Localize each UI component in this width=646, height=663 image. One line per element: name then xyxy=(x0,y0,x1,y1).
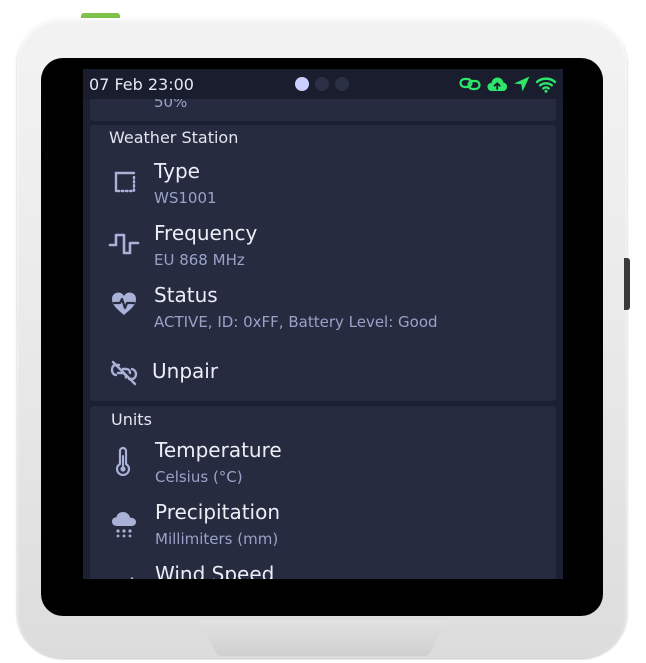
status-bar: 07 Feb 23:00 xyxy=(83,69,563,99)
status-row[interactable]: Status ACTIVE, ID: 0xFF, Battery Level: … xyxy=(90,279,556,339)
temperature-title: Temperature xyxy=(155,438,282,462)
location-arrow-icon xyxy=(511,74,533,94)
weather-station-card: Weather Station Type WS1001 Frequency EU… xyxy=(90,125,556,401)
side-button[interactable] xyxy=(624,258,630,310)
page-dot[interactable] xyxy=(295,77,309,91)
frequency-title: Frequency xyxy=(154,221,258,245)
wind-speed-row[interactable]: Wind Speed xyxy=(90,558,556,579)
page-dot[interactable] xyxy=(315,77,329,91)
section-title-units: Units xyxy=(111,410,152,429)
status-value: ACTIVE, ID: 0xFF, Battery Level: Good xyxy=(154,313,438,331)
unlink-icon xyxy=(109,357,139,387)
precipitation-title: Precipitation xyxy=(155,500,281,524)
units-card: Units Temperature Celsius (°C) Precipita… xyxy=(90,406,556,579)
cloud-upload-icon xyxy=(486,74,508,94)
square-dotted-icon xyxy=(110,167,140,197)
section-title-weather-station: Weather Station xyxy=(109,128,239,147)
screen: 50% Weather Station Type WS1001 Frequenc… xyxy=(83,69,563,579)
clock: 07 Feb 23:00 xyxy=(89,75,194,94)
type-row[interactable]: Type WS1001 xyxy=(90,155,556,215)
wifi-icon xyxy=(535,74,557,94)
page-dot[interactable] xyxy=(335,77,349,91)
frequency-row[interactable]: Frequency EU 868 MHz xyxy=(90,217,556,277)
wind-icon xyxy=(110,570,140,579)
thermometer-icon xyxy=(108,446,138,476)
device-stand xyxy=(198,620,448,656)
wind-speed-title: Wind Speed xyxy=(155,562,275,579)
frequency-value: EU 868 MHz xyxy=(154,251,245,269)
settings-list[interactable]: 50% Weather Station Type WS1001 Frequenc… xyxy=(83,69,563,579)
rain-cloud-icon xyxy=(109,508,139,538)
unpair-button[interactable]: Unpair xyxy=(90,351,556,395)
type-title: Type xyxy=(154,159,200,183)
precipitation-value: Millimiters (mm) xyxy=(155,530,279,548)
type-value: WS1001 xyxy=(154,189,217,207)
temperature-value: Celsius (°C) xyxy=(155,468,243,486)
link-icon xyxy=(459,74,481,94)
square-wave-icon xyxy=(108,229,140,259)
unpair-label: Unpair xyxy=(152,359,219,383)
temperature-row[interactable]: Temperature Celsius (°C) xyxy=(90,434,556,494)
status-title: Status xyxy=(154,283,218,307)
precipitation-row[interactable]: Precipitation Millimiters (mm) xyxy=(90,496,556,556)
heart-pulse-icon xyxy=(109,289,139,319)
